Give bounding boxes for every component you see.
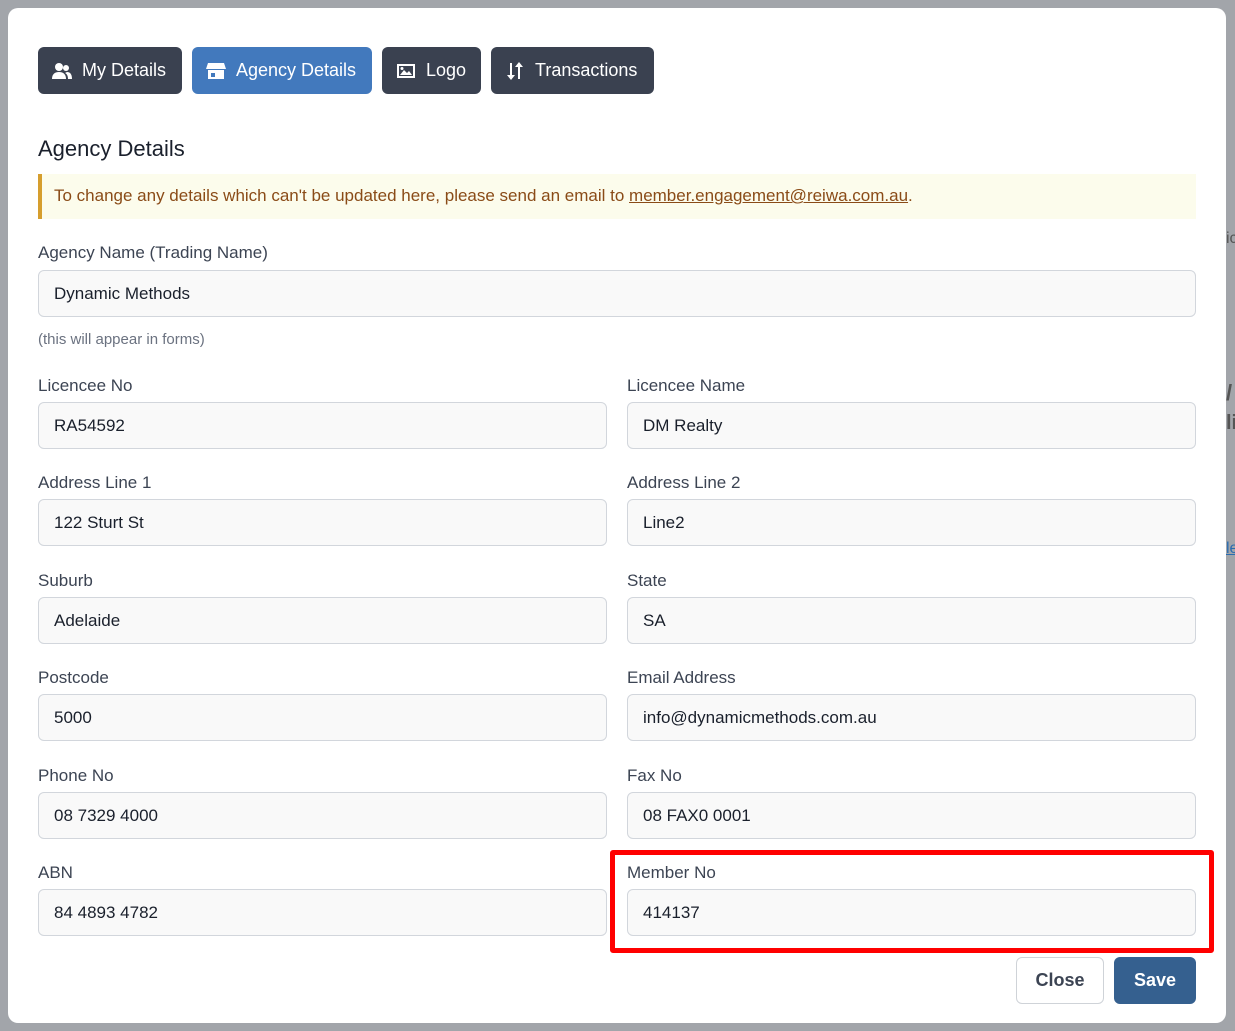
tab-transactions[interactable]: Transactions bbox=[491, 47, 654, 94]
licencee-name-label: Licencee Name bbox=[627, 376, 746, 395]
address-line-1-label: Address Line 1 bbox=[38, 473, 152, 492]
background-link[interactable]: le bbox=[1226, 540, 1235, 558]
tab-label: Transactions bbox=[535, 60, 638, 80]
agency-name-hint: (this will appear in forms) bbox=[38, 331, 205, 348]
background-text: li bbox=[1226, 412, 1235, 434]
save-button[interactable]: Save bbox=[1114, 957, 1196, 1004]
address-line-1-input[interactable]: 122 Sturt St bbox=[38, 499, 607, 546]
tab-label: My Details bbox=[82, 60, 167, 80]
postcode-input[interactable]: 5000 bbox=[38, 694, 607, 741]
suburb-input[interactable]: Adelaide bbox=[38, 597, 607, 644]
close-button[interactable]: Close bbox=[1016, 957, 1104, 1004]
phone-no-label: Phone No bbox=[38, 766, 114, 785]
postcode-label: Postcode bbox=[38, 668, 109, 687]
fax-no-label: Fax No bbox=[627, 766, 682, 785]
email-address-input[interactable]: info@dynamicmethods.com.au bbox=[627, 694, 1196, 741]
users-icon bbox=[52, 62, 72, 79]
sort-icon bbox=[507, 61, 523, 80]
agency-details-modal: My Details Agency Details Logo Transacti… bbox=[8, 8, 1226, 1023]
email-address-label: Email Address bbox=[627, 668, 736, 687]
tab-agency-details[interactable]: Agency Details bbox=[192, 47, 372, 94]
image-icon bbox=[397, 63, 415, 78]
agency-name-label: Agency Name (Trading Name) bbox=[38, 243, 268, 262]
state-input[interactable]: SA bbox=[627, 597, 1196, 644]
licencee-no-label: Licencee No bbox=[38, 376, 133, 395]
address-line-2-input[interactable]: Line2 bbox=[627, 499, 1196, 546]
licencee-no-input[interactable]: RA54592 bbox=[38, 402, 607, 449]
member-no-highlight bbox=[610, 850, 1214, 953]
state-label: State bbox=[627, 571, 667, 590]
tab-label: Agency Details bbox=[236, 60, 357, 80]
page-title: Agency Details bbox=[38, 136, 185, 161]
tab-logo[interactable]: Logo bbox=[382, 47, 481, 94]
tab-label: Logo bbox=[426, 60, 467, 80]
abn-input[interactable]: 84 4893 4782 bbox=[38, 889, 607, 936]
abn-label: ABN bbox=[38, 863, 73, 882]
licencee-name-input[interactable]: DM Realty bbox=[627, 402, 1196, 449]
agency-name-input[interactable]: Dynamic Methods bbox=[38, 270, 1196, 317]
notice-end: . bbox=[908, 186, 913, 205]
tab-my-details[interactable]: My Details bbox=[38, 47, 182, 94]
address-line-2-label: Address Line 2 bbox=[627, 473, 741, 492]
notice-banner: To change any details which can't be upd… bbox=[38, 174, 1196, 219]
phone-no-input[interactable]: 08 7329 4000 bbox=[38, 792, 607, 839]
store-icon bbox=[206, 62, 226, 79]
email-link[interactable]: member.engagement@reiwa.com.au bbox=[629, 186, 908, 205]
fax-no-input[interactable]: 08 FAX0 0001 bbox=[627, 792, 1196, 839]
background-text: ic bbox=[1226, 230, 1235, 247]
notice-text: To change any details which can't be upd… bbox=[54, 186, 630, 205]
suburb-label: Suburb bbox=[38, 571, 93, 590]
background-text: / bbox=[1226, 380, 1233, 405]
